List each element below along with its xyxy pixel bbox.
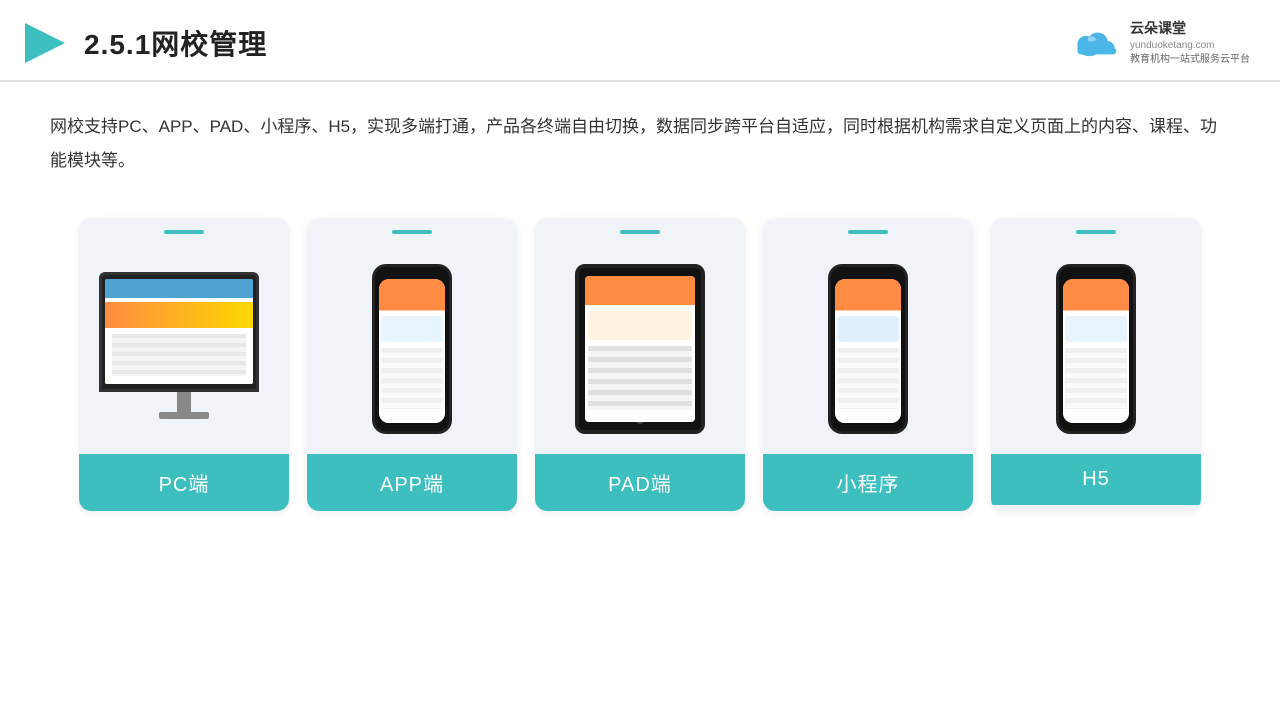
header-left: 2.5.1网校管理: [20, 18, 267, 68]
logo-text: 云朵课堂 yunduoketang.com 教育机构一站式服务云平台: [1130, 19, 1250, 67]
page-header: 2.5.1网校管理 云朵课堂 yunduoketang.com 教育机构一站式服…: [0, 0, 1280, 82]
card-miniprogram: 小程序: [763, 218, 973, 511]
card-image-pc: [79, 234, 289, 454]
logo-area: 云朵课堂 yunduoketang.com 教育机构一站式服务云平台: [1070, 19, 1250, 67]
card-label-pad: PAD端: [535, 454, 745, 511]
card-pc: PC端: [79, 218, 289, 511]
card-image-pad: [535, 234, 745, 454]
card-image-h5: [991, 234, 1201, 454]
card-pad: PAD端: [535, 218, 745, 511]
card-h5: H5: [991, 218, 1201, 511]
card-label-app: APP端: [307, 454, 517, 511]
cloud-logo-icon: [1070, 24, 1122, 62]
phone-icon-app: [372, 264, 452, 434]
card-label-pc: PC端: [79, 454, 289, 511]
mini-phone-icon: [828, 264, 908, 434]
tablet-icon-pad: [575, 264, 705, 434]
card-label-mini: 小程序: [763, 454, 973, 511]
card-app: APP端: [307, 218, 517, 511]
play-icon: [20, 18, 70, 68]
card-image-mini: [763, 234, 973, 454]
pc-monitor-icon: [99, 272, 269, 427]
card-label-h5: H5: [991, 454, 1201, 505]
description-text: 网校支持PC、APP、PAD、小程序、H5，实现多端打通，产品各终端自由切换，数…: [0, 82, 1280, 188]
card-image-app: [307, 234, 517, 454]
page-title: 2.5.1网校管理: [84, 23, 267, 63]
cards-container: PC端 APP端 PAD端: [0, 188, 1280, 541]
phone-icon-h5: [1056, 264, 1136, 434]
